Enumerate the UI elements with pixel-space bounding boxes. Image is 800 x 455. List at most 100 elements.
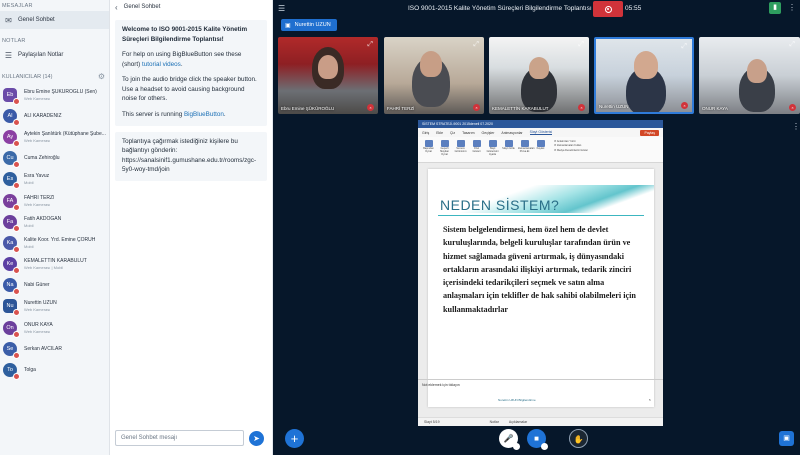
mute-button[interactable]: 🎤 xyxy=(499,429,520,450)
ribbon-item: Zamanlamaları Prova Et xyxy=(518,140,535,154)
avatar: Eb xyxy=(3,87,20,105)
camera-options-badge[interactable] xyxy=(541,443,548,450)
user-info: Serkan AVCILAR xyxy=(24,346,62,352)
more-options-icon[interactable]: ⋮ xyxy=(788,3,796,12)
chat-title: Genel Sohbet xyxy=(123,4,161,10)
powerpoint-titlebar: SİSTEM STRATEJİ-9001 2015deneli 07.2020 xyxy=(418,120,663,128)
expand-icon[interactable]: ⤢ xyxy=(473,41,479,49)
user-list-item[interactable]: Na Nabi Güner xyxy=(0,275,109,296)
welcome-prefix: Welcome to xyxy=(122,26,159,33)
expand-icon[interactable]: ⤢ xyxy=(789,41,795,49)
user-list-item[interactable]: Eb Ebru Emine ŞÜKÜROĞLU (Sen) Web Kamerası xyxy=(0,84,109,105)
chat-panel: ‹ Genel Sohbet Welcome to ISO 9001-2015 … xyxy=(110,0,273,455)
hamburger-menu-icon[interactable]: ☰ xyxy=(278,4,285,13)
user-info: KEMALETTİN KARABULUT Web Kamerası | Mobil xyxy=(24,258,87,270)
mic-status-icon xyxy=(13,182,20,190)
video-tile-3[interactable]: ⤢ KEMALETTİN KARABULUT × xyxy=(489,37,589,114)
public-chat-item[interactable]: ✉ Genel Sohbet xyxy=(0,11,109,29)
user-name: Nabi Güner xyxy=(24,282,50,289)
participant-face xyxy=(318,55,338,79)
participant-face xyxy=(529,57,549,79)
user-list-item[interactable]: To Tolga xyxy=(0,359,109,381)
meeting-title: ISO 9001-2015 Kalite Yönetim Süreçleri B… xyxy=(408,5,592,12)
shared-notes-item[interactable]: ☰ Paylaşılan Notlar xyxy=(0,46,109,64)
mic-status-icon xyxy=(13,161,20,169)
user-list-item[interactable]: FA FAHRİ TERZİ Web Kamerası xyxy=(0,190,109,211)
powerpoint-window-title: SİSTEM STRATEJİ-9001 2015deneli 07.2020 xyxy=(422,122,493,126)
presenter-badge[interactable]: ▣ Nurettin UZUN xyxy=(281,19,337,31)
expand-icon[interactable]: ⤢ xyxy=(367,41,373,49)
user-name: Serkan AVCILAR xyxy=(24,345,62,352)
avatar: Cu xyxy=(3,151,20,169)
welcome-message: Welcome to ISO 9001-2015 Kalite Yönetim … xyxy=(115,20,267,126)
avatar-initials: On xyxy=(6,324,14,331)
audio-options-badge[interactable] xyxy=(513,443,520,450)
avatar: Na xyxy=(3,278,20,296)
chat-icon: ✉ xyxy=(5,15,12,25)
video-tile-1[interactable]: ⤢ Ebru Emine ŞÜKÜROĞLU × xyxy=(278,37,378,114)
gear-icon[interactable]: ⚙ xyxy=(98,72,105,81)
user-info: Esra Yavuz Mobil xyxy=(24,173,49,185)
ribbon-check: Anlatımları Yürüt xyxy=(556,140,576,143)
user-info: ONUR KAYA Web Kamerası xyxy=(24,322,53,334)
video-tile-4[interactable]: ⤢ Nurettin UZUN × xyxy=(594,37,694,114)
video-tile-2[interactable]: ⤢ FAHRİ TERZİ × xyxy=(384,37,484,114)
bigbluebutton-link[interactable]: BigBlueButton xyxy=(184,111,224,118)
screen-share-icon: ▣ xyxy=(285,22,291,29)
ppt-tab: Çiz xyxy=(450,130,456,135)
notes-icon: ☰ xyxy=(4,50,13,60)
record-icon xyxy=(604,5,612,13)
recording-button[interactable] xyxy=(593,1,623,17)
chevron-left-icon[interactable]: ‹ xyxy=(115,3,118,12)
user-list-item[interactable]: Es Esra Yavuz Mobil xyxy=(0,169,109,190)
ribbon-label: Kaydet xyxy=(536,147,545,150)
user-list-item[interactable]: Ka Kalite Koor. Yrd. Emine ÇORUH Mobil xyxy=(0,232,109,253)
user-list-item[interactable]: Cu Cuma Zehiroğlu xyxy=(0,148,109,169)
raise-hand-button[interactable]: ✋ xyxy=(569,429,588,448)
video-name-4: Nurettin UZUN xyxy=(599,104,629,109)
avatar: Al xyxy=(3,108,20,126)
user-list-item[interactable]: On ONUR KAYA Web Kamerası xyxy=(0,317,109,338)
expand-icon[interactable]: ⤢ xyxy=(578,41,584,49)
ribbon-item: Özel Gösteri xyxy=(470,140,483,154)
user-list-item[interactable]: Ay Aytekin Şanlıtürk (Kütüphane Şube... We… xyxy=(0,126,109,147)
monitor-icon: ▣ xyxy=(783,435,790,442)
mic-status-icon xyxy=(13,118,20,126)
user-name: Fatih AKDOĞAN xyxy=(24,215,62,222)
notes-section-title: NOTLAR xyxy=(2,38,26,44)
user-status: Web Kamerası xyxy=(24,95,51,101)
ribbon-checks: ☑ Anlatımları Yürüt ☑ Zamanlamaları Kull… xyxy=(554,140,588,152)
user-list-item[interactable]: Nu Nurettin UZUN Web Kamerası xyxy=(0,296,109,317)
camera-button[interactable]: ■ xyxy=(527,429,548,450)
tutorial-link[interactable]: tutorial videos xyxy=(142,61,181,68)
user-name: ALİ KARADENİZ xyxy=(24,112,62,119)
actions-button[interactable]: + xyxy=(285,429,304,448)
ppt-share: Paylaş xyxy=(640,129,659,136)
mic-status-icon xyxy=(13,97,20,105)
send-button[interactable]: ➤ xyxy=(249,431,264,446)
avatar-initials: Cu xyxy=(6,155,14,162)
video-tile-5[interactable]: ⤢ ONUR KAYA × xyxy=(699,37,800,114)
ppt-tab: Tasarım xyxy=(462,130,475,135)
shared-notes-label: Paylaşılan Notlar xyxy=(18,52,64,58)
connection-status-icon[interactable]: ▮ xyxy=(769,2,781,14)
ppt-tab-active: Slayt Gösterisi xyxy=(529,130,553,135)
expand-icon[interactable]: ⤢ xyxy=(681,43,687,51)
user-status: Web Kamerası | Mobil xyxy=(24,265,64,271)
user-list-item[interactable]: Al ALİ KARADENİZ xyxy=(0,105,109,126)
chat-message-input[interactable]: Genel Sohbet mesajı xyxy=(115,430,244,446)
user-name: KEMALETTİN KARABULUT xyxy=(24,258,87,265)
avatar-initials: Ke xyxy=(6,261,14,268)
ribbon-label: Özel Gösteri xyxy=(472,147,481,153)
user-list-item[interactable]: Se Serkan AVCILAR xyxy=(0,338,109,359)
chat-header[interactable]: ‹ Genel Sohbet xyxy=(110,0,272,14)
presentation-options-icon[interactable]: ⋮ xyxy=(792,122,800,131)
ribbon-check: Medya Denetimlerini Göster xyxy=(556,148,588,152)
ribbon-item: Geçerli Slayttan Oynat xyxy=(438,140,451,157)
user-list-item[interactable]: Ke KEMALETTİN KARABULUT Web Kamerası | Mob… xyxy=(0,254,109,275)
ppt-tab: Ekle xyxy=(436,130,444,135)
share-screen-button[interactable]: ▣ xyxy=(779,431,794,446)
ribbon-label: Geçerli Slayttan Oynat xyxy=(439,147,450,156)
notes-placeholder: Not eklemek için tıklayın xyxy=(422,383,460,387)
user-list-item[interactable]: Fa Fatih AKDOĞAN Mobil xyxy=(0,211,109,232)
